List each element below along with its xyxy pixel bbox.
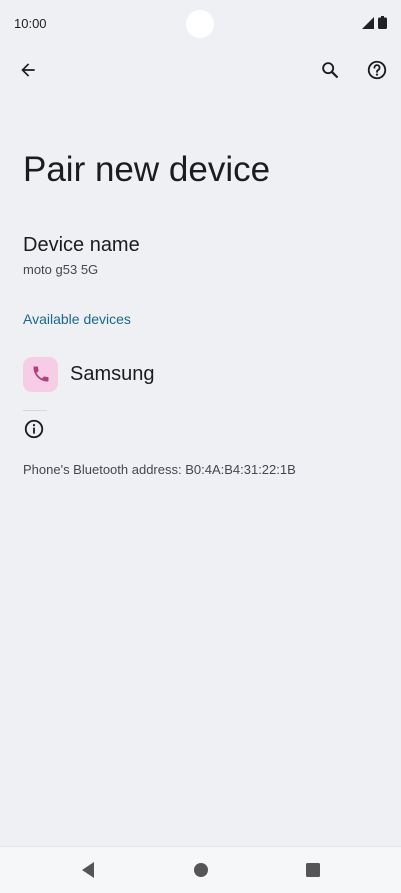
available-devices-header: Available devices — [23, 311, 131, 327]
arrow-back-icon — [21, 63, 35, 77]
device-item-samsung[interactable]: Samsung — [23, 355, 383, 393]
battery-icon — [378, 16, 387, 29]
app-bar — [0, 50, 401, 90]
device-icon-container — [23, 356, 58, 392]
search-icon — [322, 62, 338, 78]
nav-back-button[interactable] — [77, 859, 99, 881]
nav-home-button[interactable] — [190, 859, 212, 881]
page-title: Pair new device — [23, 150, 271, 189]
status-bar: 10:00 — [0, 0, 401, 48]
help-button[interactable] — [361, 54, 393, 86]
search-button[interactable] — [314, 54, 346, 86]
status-time: 10:00 — [14, 16, 47, 31]
nav-recents-icon — [306, 863, 320, 877]
navigation-bar — [0, 846, 401, 893]
divider — [23, 410, 47, 411]
device-name-value: moto g53 5G — [23, 262, 99, 277]
camera-cutout — [186, 10, 214, 38]
nav-back-icon — [82, 862, 94, 878]
back-button[interactable] — [12, 54, 44, 86]
device-name-setting[interactable]: Device name moto g53 5G — [23, 234, 140, 277]
nav-recents-button[interactable] — [302, 859, 324, 881]
device-name-title: Device name — [23, 234, 140, 256]
status-icons — [362, 16, 387, 29]
help-icon — [367, 60, 387, 80]
phone-icon — [33, 366, 48, 382]
device-item-label: Samsung — [70, 362, 155, 385]
info-icon — [24, 419, 44, 439]
signal-icon — [362, 16, 374, 29]
nav-home-icon — [194, 863, 208, 877]
info-icon-wrapper — [23, 418, 45, 445]
bluetooth-address: Phone's Bluetooth address: B0:4A:B4:31:2… — [23, 462, 296, 477]
